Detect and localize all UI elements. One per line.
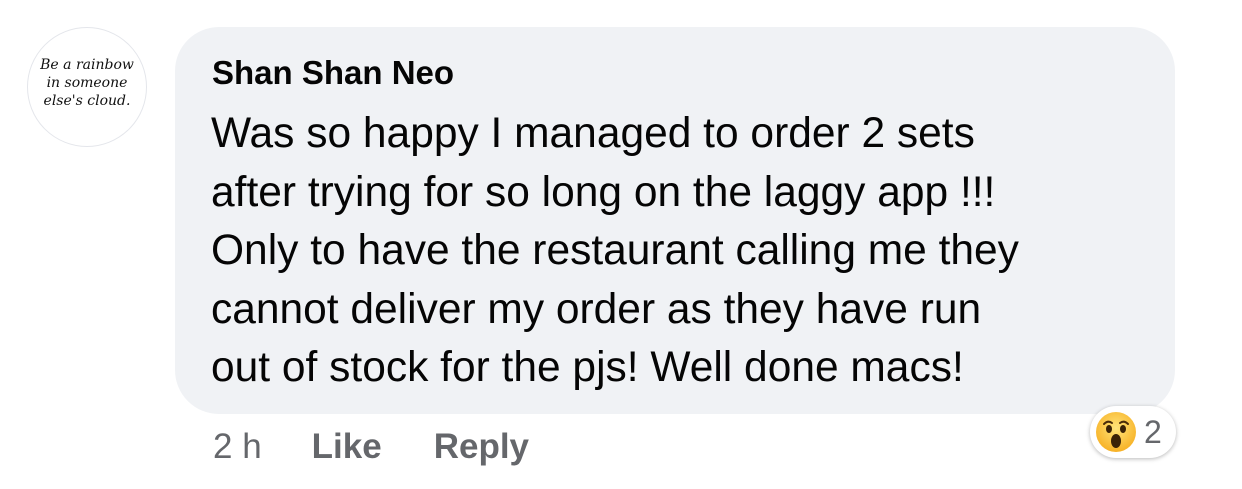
- comment-text: Was so happy I managed to order 2 sets a…: [211, 110, 1019, 391]
- avatar-line-3: else's cloud.: [44, 93, 131, 109]
- reply-button[interactable]: Reply: [434, 427, 529, 467]
- timestamp[interactable]: 2 h: [213, 427, 262, 467]
- reaction-summary[interactable]: 2: [1090, 406, 1176, 458]
- comment-bubble: Shan Shan Neo Was so happy I managed to …: [175, 27, 1175, 414]
- avatar[interactable]: Be a rainbow in someone else's cloud.: [27, 27, 147, 147]
- comment-author-name[interactable]: Shan Shan Neo: [212, 55, 454, 91]
- like-button[interactable]: Like: [312, 427, 382, 467]
- avatar-line-2: in someone: [47, 75, 128, 91]
- avatar-line-1: Be a rainbow: [39, 57, 134, 73]
- comment-actions: 2 h Like Reply: [213, 424, 529, 470]
- wow-emoji-icon: [1096, 412, 1136, 452]
- avatar-quote-image: Be a rainbow in someone else's cloud.: [39, 57, 134, 109]
- reaction-count: 2: [1144, 414, 1162, 450]
